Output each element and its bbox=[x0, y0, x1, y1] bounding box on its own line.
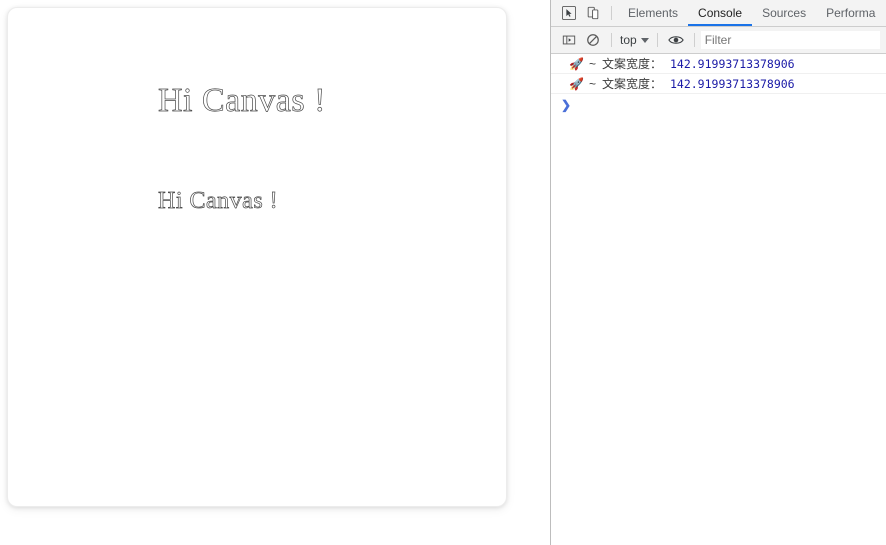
console-prompt[interactable]: ❯ bbox=[551, 94, 886, 116]
rocket-icon: 🚀 bbox=[569, 76, 584, 91]
devtools-tabbar: Elements Console Sources Performa bbox=[551, 0, 886, 27]
console-tilde: ~ bbox=[588, 56, 596, 71]
canvas-element[interactable]: Hi Canvas ! Hi Canvas ! bbox=[7, 7, 507, 507]
rocket-icon: 🚀 bbox=[569, 56, 584, 71]
console-message-list[interactable]: 🚀 ~ 文案宽度： 142.91993713378906 🚀 ~ 文案宽度： 1… bbox=[551, 54, 886, 545]
toolbar-separator-1 bbox=[611, 33, 612, 47]
console-message-label: 文案宽度： bbox=[601, 77, 662, 91]
console-message-label: 文案宽度： bbox=[601, 57, 662, 71]
console-message-value: 142.91993713378906 bbox=[669, 76, 795, 91]
console-sidebar-icon[interactable] bbox=[557, 28, 581, 52]
console-context-label: top bbox=[620, 33, 637, 47]
canvas-text-large: Hi Canvas ! bbox=[158, 82, 326, 120]
tabbar-separator bbox=[611, 6, 612, 20]
inspect-element-icon[interactable] bbox=[557, 1, 581, 25]
screenshot-root: Hi Canvas ! Hi Canvas ! Elements Console… bbox=[0, 0, 886, 545]
console-message-value: 142.91993713378906 bbox=[669, 56, 795, 71]
console-tilde: ~ bbox=[588, 76, 596, 91]
console-context-selector[interactable]: top bbox=[618, 33, 651, 47]
console-toolbar: top bbox=[551, 27, 886, 54]
console-message-row[interactable]: 🚀 ~ 文案宽度： 142.91993713378906 bbox=[551, 54, 886, 74]
tab-elements[interactable]: Elements bbox=[618, 0, 688, 26]
tab-console[interactable]: Console bbox=[688, 0, 753, 26]
device-toolbar-icon[interactable] bbox=[581, 1, 605, 25]
devtools-panel: Elements Console Sources Performa top Fi… bbox=[551, 0, 886, 545]
chevron-down-icon bbox=[640, 37, 649, 43]
page-preview-pane: Hi Canvas ! Hi Canvas ! bbox=[0, 0, 551, 545]
prompt-chevron-icon: ❯ bbox=[561, 98, 572, 112]
console-filter-input[interactable] bbox=[700, 31, 880, 49]
canvas-text-small: Hi Canvas ! bbox=[158, 188, 279, 215]
toolbar-separator-2 bbox=[656, 33, 658, 47]
clear-console-icon[interactable] bbox=[581, 28, 605, 52]
tab-performance[interactable]: Performa bbox=[816, 0, 885, 26]
console-message-row[interactable]: 🚀 ~ 文案宽度： 142.91993713378906 bbox=[551, 74, 886, 94]
live-expression-eye-icon[interactable] bbox=[664, 28, 688, 52]
toolbar-separator-3 bbox=[693, 33, 695, 47]
tab-sources[interactable]: Sources bbox=[752, 0, 816, 26]
